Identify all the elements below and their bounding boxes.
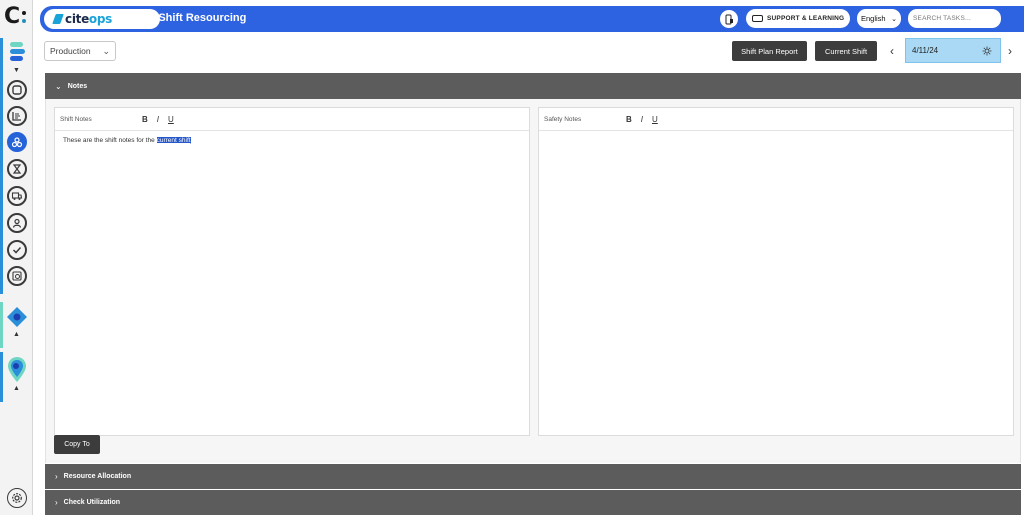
shift-notes-title: Shift Notes — [60, 115, 92, 123]
hourglass-icon[interactable] — [7, 159, 27, 179]
department-select[interactable]: Production ⌄ — [44, 41, 116, 61]
brand-ops: ops — [88, 12, 112, 26]
diamond-app-icon[interactable] — [6, 306, 28, 333]
rail-accent-bar — [0, 352, 3, 402]
keyboard-icon — [752, 15, 763, 22]
search-tasks-input[interactable] — [908, 9, 1001, 28]
logo-mark-icon — [52, 14, 64, 24]
check-utilization-title: Check Utilization — [63, 499, 121, 506]
bold-button[interactable]: B — [626, 115, 632, 124]
italic-button[interactable]: I — [157, 115, 159, 124]
chevron-right-icon: › — [55, 472, 58, 481]
check-icon[interactable] — [7, 240, 27, 260]
check-utilization-section-header[interactable]: › Check Utilization — [45, 490, 1021, 515]
rail-accent-bar — [0, 302, 3, 348]
italic-button[interactable]: I — [641, 115, 643, 124]
logo-dot — [22, 19, 26, 23]
copy-to-button[interactable]: Copy To — [54, 435, 100, 454]
selected-text: current shift — [156, 137, 191, 144]
date-value: 4/11/24 — [912, 46, 939, 55]
resource-allocation-title: Resource Allocation — [63, 473, 132, 480]
expand-caret-icon[interactable]: ▲ — [13, 331, 20, 338]
chevron-right-icon: › — [55, 498, 58, 507]
shift-notes-text: These are the shift notes for the — [63, 137, 157, 144]
chevron-down-icon: ⌄ — [55, 81, 62, 91]
device-icon[interactable] — [720, 10, 738, 28]
language-select[interactable]: English ⌄ — [857, 9, 901, 28]
resourcing-icon[interactable] — [7, 132, 27, 152]
shift-plan-report-button[interactable]: Shift Plan Report — [732, 41, 807, 61]
day-shift-sun-icon — [982, 46, 992, 55]
underline-button[interactable]: U — [652, 115, 658, 124]
resource-allocation-section-header[interactable]: › Resource Allocation — [45, 464, 1021, 489]
safety-notes-toolbar: Safety Notes B I U — [539, 108, 1013, 131]
logo-dot — [22, 11, 26, 15]
collapse-caret-icon[interactable]: ▼ — [13, 67, 20, 74]
app-logo[interactable]: C — [4, 5, 30, 29]
shift-notes-toolbar: Shift Notes B I U — [55, 108, 529, 131]
language-value: English — [861, 14, 886, 23]
date-picker[interactable]: 4/11/24 — [905, 38, 1001, 63]
user-icon[interactable] — [7, 213, 27, 233]
safety-notes-text-area[interactable] — [539, 131, 1013, 143]
notes-section-header[interactable]: ⌄ Notes — [45, 73, 1021, 99]
notes-section-body: Shift Notes B I U These are the shift no… — [45, 99, 1021, 463]
truck-icon[interactable] — [7, 186, 27, 206]
notes-section-title: Notes — [67, 82, 88, 90]
shift-notes-text-area[interactable]: These are the shift notes for the curren… — [55, 131, 529, 150]
bold-button[interactable]: B — [142, 115, 148, 124]
safety-notes-title: Safety Notes — [544, 115, 582, 123]
brand-name: citeops — [65, 12, 112, 26]
chevron-down-icon: ⌄ — [891, 15, 897, 23]
underline-button[interactable]: U — [168, 115, 174, 124]
rail-accent-bar — [0, 38, 3, 294]
page-title: My Shift Resourcing — [140, 12, 247, 24]
support-learning-button[interactable]: SUPPORT & LEARNING — [746, 9, 850, 28]
support-learning-label: SUPPORT & LEARNING — [767, 15, 845, 22]
brand-cite: cite — [65, 12, 89, 26]
report-icon[interactable] — [7, 266, 27, 286]
current-shift-button[interactable]: Current Shift — [815, 41, 877, 61]
expand-caret-icon[interactable]: ▲ — [13, 385, 20, 392]
shift-notes-editor: Shift Notes B I U These are the shift no… — [54, 107, 530, 436]
safety-notes-editor: Safety Notes B I U — [538, 107, 1014, 436]
home-icon[interactable] — [7, 80, 27, 100]
left-rail: C ▼ ▲ ▲ — [0, 0, 33, 515]
settings-icon[interactable] — [7, 488, 27, 508]
department-value: Production — [50, 46, 91, 56]
app-root: C ▼ ▲ ▲ citeops My Shift Resourcing SUPP… — [0, 0, 1024, 515]
chevron-down-icon: ⌄ — [102, 45, 110, 56]
prev-date-icon[interactable]: ‹ — [890, 44, 894, 58]
top-header: citeops My Shift Resourcing SUPPORT & LE… — [40, 6, 1024, 32]
modules-stack-icon[interactable] — [7, 40, 29, 64]
next-date-icon[interactable]: › — [1008, 44, 1012, 58]
tasks-icon[interactable] — [7, 106, 27, 126]
